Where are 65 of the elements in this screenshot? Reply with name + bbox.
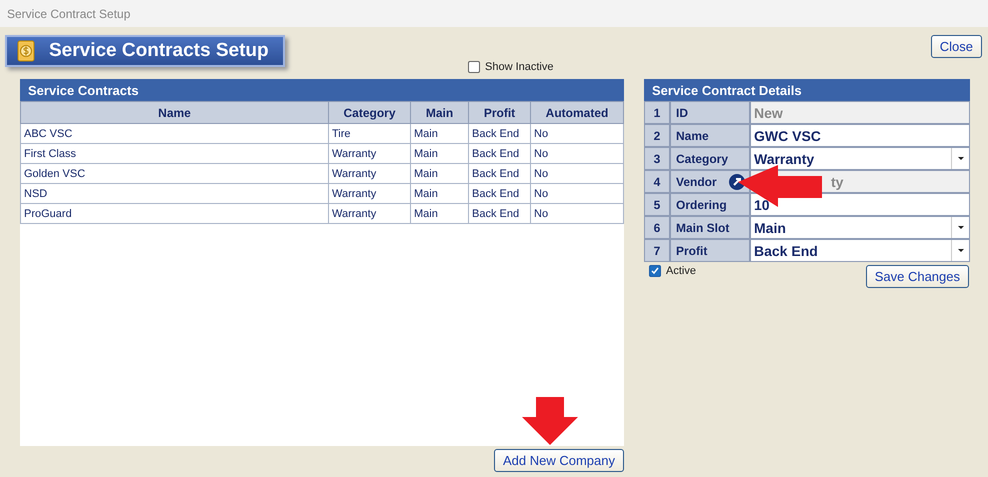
- window-title: Service Contract Setup: [7, 6, 130, 20]
- table-cell: Tire: [328, 124, 410, 144]
- close-button[interactable]: Close: [930, 35, 982, 58]
- table-cell: No: [530, 204, 624, 224]
- row-number: 7: [644, 239, 670, 262]
- table-cell: No: [530, 164, 624, 184]
- table-cell: No: [530, 184, 624, 204]
- table-cell: Main: [410, 204, 468, 224]
- field-label: Profit: [670, 239, 750, 262]
- table-cell: Warranty: [328, 184, 410, 204]
- table-cell: Main: [410, 124, 468, 144]
- table-cell: ProGuard: [20, 204, 328, 224]
- row-number: 4: [644, 170, 670, 193]
- table-cell: Back End: [468, 204, 530, 224]
- table-cell: Back End: [468, 164, 530, 184]
- add-company-button[interactable]: Add New Company: [494, 449, 624, 472]
- table-cell: Back End: [468, 144, 530, 164]
- table-cell: NSD: [20, 184, 328, 204]
- table-cell: Back End: [468, 184, 530, 204]
- panel-header: Service Contracts: [20, 79, 624, 101]
- page-banner: Service Contracts Setup: [5, 35, 285, 67]
- column-header[interactable]: Automated: [530, 102, 624, 124]
- input-field[interactable]: 10: [750, 193, 970, 216]
- caret-icon: [958, 249, 964, 252]
- row-number: 2: [644, 124, 670, 147]
- table-cell: Warranty: [328, 164, 410, 184]
- table-cell: No: [530, 124, 624, 144]
- dropdown-field[interactable]: Main: [750, 216, 970, 239]
- table-cell: Back End: [468, 124, 530, 144]
- table-cell: Main: [410, 144, 468, 164]
- row-number: 6: [644, 216, 670, 239]
- row-number: 3: [644, 147, 670, 170]
- down-arrow-icon: [520, 397, 578, 447]
- table-cell: Warranty: [328, 204, 410, 224]
- caret-icon: [958, 226, 964, 229]
- row-number: 1: [644, 101, 670, 124]
- column-header[interactable]: Name: [20, 102, 328, 124]
- field-label: Category: [670, 147, 750, 170]
- table-cell: No: [530, 144, 624, 164]
- column-header[interactable]: Main: [410, 102, 468, 124]
- active-checkbox[interactable]: [649, 265, 661, 277]
- field-label: Vendor: [670, 170, 750, 193]
- field-label: ID: [670, 101, 750, 124]
- save-changes-button[interactable]: Save Changes: [866, 265, 969, 288]
- checkbox-label: Show Inactive: [485, 61, 554, 73]
- table-cell: Warranty: [328, 144, 410, 164]
- input-field: New: [750, 101, 970, 124]
- dollar-document-icon: [17, 40, 35, 62]
- panel-header: Service Contract Details: [644, 79, 970, 101]
- caret-icon: [958, 157, 964, 160]
- input-field[interactable]: GWC VSC: [750, 124, 970, 147]
- table-cell: Golden VSC: [20, 164, 328, 184]
- column-header[interactable]: Category: [328, 102, 410, 124]
- table-cell: Main: [410, 164, 468, 184]
- row-number: 5: [644, 193, 670, 216]
- checkbox-label: Active: [666, 265, 696, 277]
- column-header[interactable]: Profit: [468, 102, 530, 124]
- dropdown-field[interactable]: Warranty: [750, 147, 970, 170]
- dropdown-field[interactable]: Back End: [750, 239, 970, 262]
- table-cell: First Class: [20, 144, 328, 164]
- table-cell: ABC VSC: [20, 124, 328, 144]
- field-label: Ordering: [670, 193, 750, 216]
- field-label: Name: [670, 124, 750, 147]
- field-label: Main Slot: [670, 216, 750, 239]
- table-cell: Main: [410, 184, 468, 204]
